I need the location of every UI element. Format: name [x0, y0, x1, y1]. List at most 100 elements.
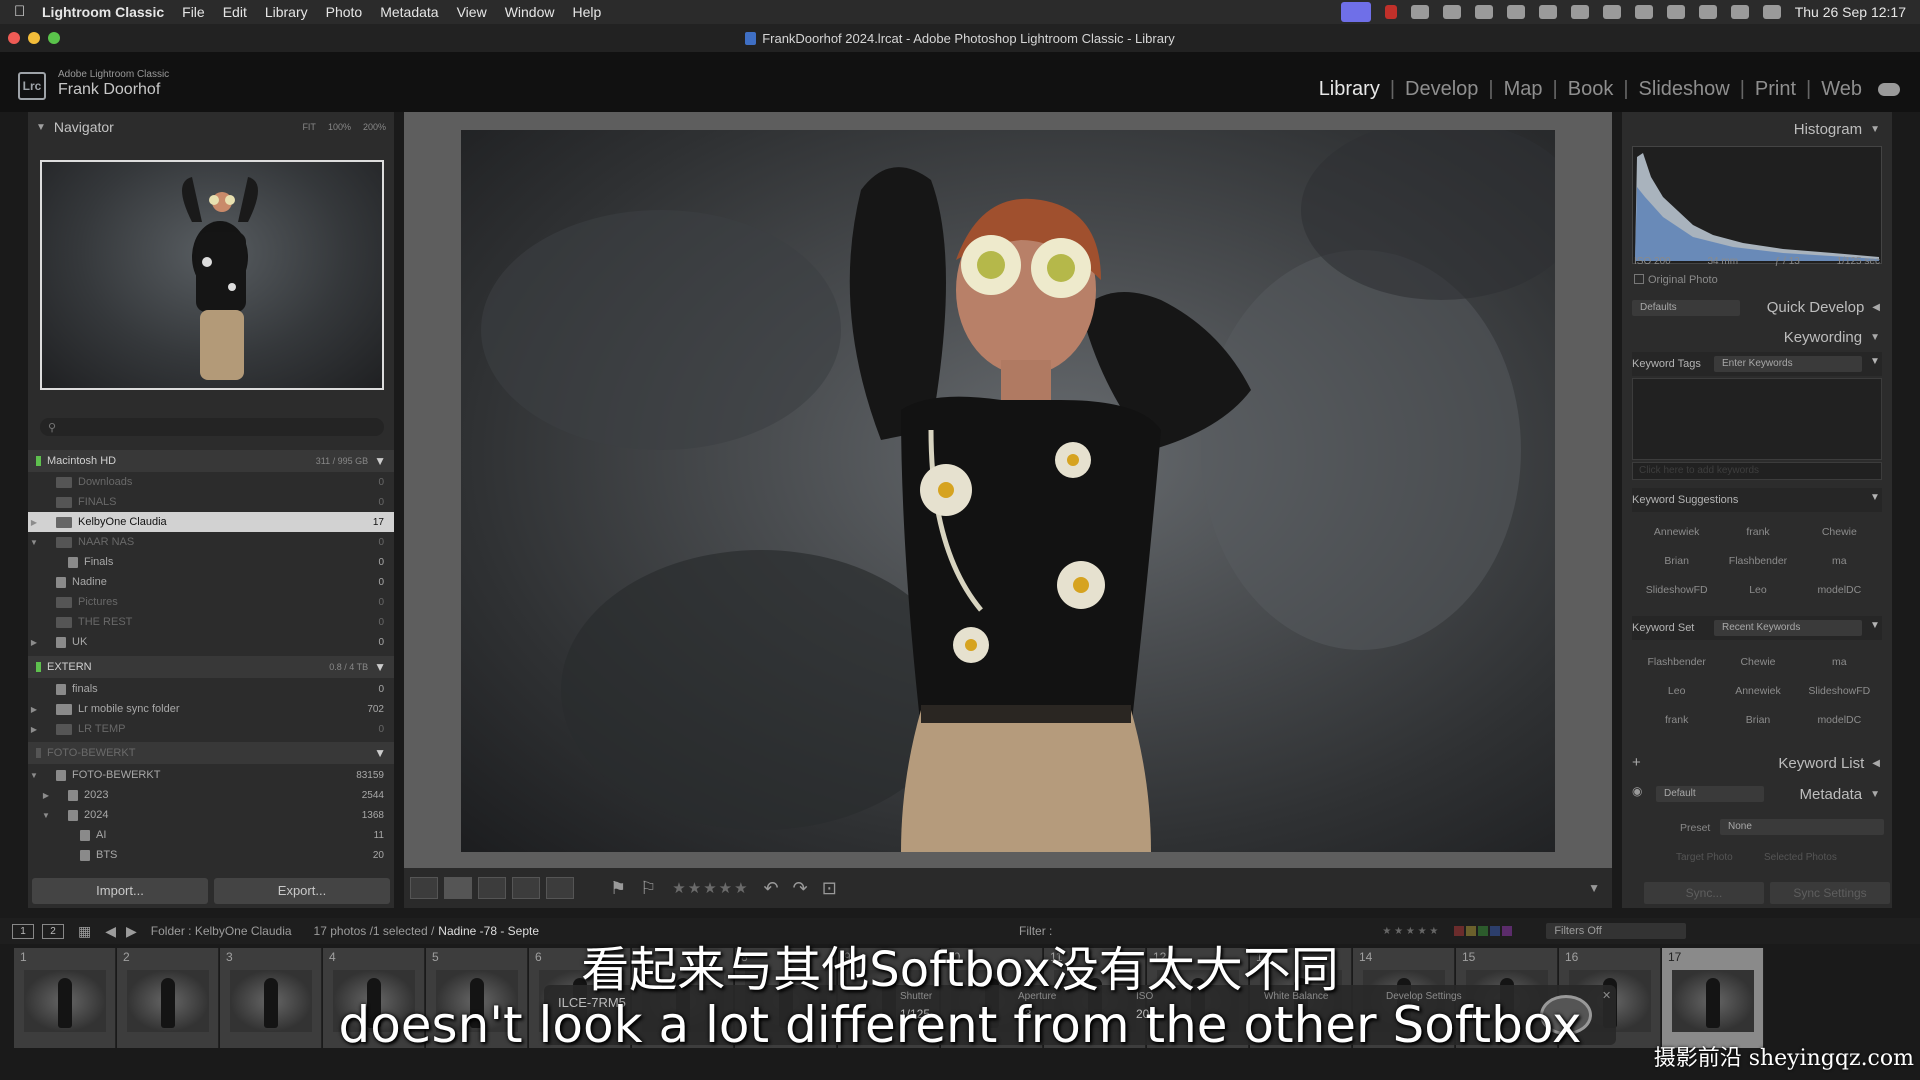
keyword-suggestion[interactable]: Annewiek	[1636, 518, 1717, 547]
reject-flag-icon[interactable]: ⚐	[640, 878, 656, 899]
sync-settings-button[interactable]: Sync Settings	[1770, 882, 1890, 904]
creative-cloud-icon[interactable]	[1474, 5, 1493, 19]
dropdown-arrow-icon[interactable]: ▼	[1870, 356, 1880, 367]
selected-photos-toggle[interactable]: Selected Photos	[1764, 852, 1837, 863]
app-menu[interactable]: Lightroom Classic	[42, 4, 164, 20]
status-icon[interactable]	[1666, 5, 1685, 19]
module-web[interactable]: Web	[1811, 78, 1872, 101]
collapse-triangle-icon[interactable]: ▼	[1870, 789, 1880, 800]
collapse-triangle-icon[interactable]: ▼	[36, 122, 46, 133]
add-keywords-input[interactable]: Click here to add keywords	[1632, 462, 1882, 480]
keyword-tags-textarea[interactable]	[1632, 378, 1882, 460]
module-library[interactable]: Library	[1309, 78, 1390, 101]
minimize-window-button[interactable]	[28, 32, 40, 44]
nav-200[interactable]: 200%	[363, 122, 386, 132]
rotate-right-icon[interactable]: ↷	[793, 878, 808, 899]
volume-foto-bewerkt[interactable]: FOTO-BEWERKT ▼	[28, 742, 394, 764]
keyword-suggestion[interactable]: Chewie	[1799, 518, 1880, 547]
menu-photo[interactable]: Photo	[326, 4, 363, 20]
module-book[interactable]: Book	[1558, 78, 1624, 101]
keyword-set-item[interactable]: Flashbender	[1636, 648, 1717, 677]
crop-overlay-icon[interactable]: ⊡	[822, 878, 837, 899]
module-slideshow[interactable]: Slideshow	[1629, 78, 1740, 101]
expand-triangle-icon[interactable]: ◀	[1872, 302, 1880, 313]
folder-row[interactable]: THE REST 0	[28, 612, 394, 632]
preset-select[interactable]: None	[1720, 819, 1884, 835]
moon-icon[interactable]	[1602, 5, 1621, 19]
module-develop[interactable]: Develop	[1395, 78, 1488, 101]
cloud-icon[interactable]	[1506, 5, 1525, 19]
target-photo-toggle[interactable]: Target Photo	[1676, 852, 1733, 863]
zoom-window-button[interactable]	[48, 32, 60, 44]
folder-row[interactable]: Nadine 0	[28, 572, 394, 592]
menu-library[interactable]: Library	[265, 4, 308, 20]
status-icon[interactable]	[1538, 5, 1557, 19]
expand-triangle-icon[interactable]: ▶	[40, 791, 52, 800]
keyword-set-item[interactable]: Chewie	[1717, 648, 1798, 677]
folder-row[interactable]: FINALS 0	[28, 492, 394, 512]
search-icon[interactable]	[1730, 5, 1749, 19]
record-icon[interactable]	[1384, 5, 1397, 19]
folder-row[interactable]: finals 0	[28, 679, 394, 699]
module-map[interactable]: Map	[1494, 78, 1553, 101]
collapse-triangle-icon[interactable]: ▼	[1870, 492, 1880, 503]
nav-fit[interactable]: FIT	[302, 122, 316, 132]
keyword-set-item[interactable]: Brian	[1717, 706, 1798, 735]
keyword-suggestion[interactable]: Leo	[1717, 576, 1798, 605]
survey-view-button[interactable]	[512, 877, 540, 899]
folder-row[interactable]: Pictures 0	[28, 592, 394, 612]
folder-row[interactable]: Finals 0	[28, 552, 394, 572]
import-button[interactable]: Import...	[32, 878, 208, 904]
sync-metadata-button[interactable]: Sync...	[1644, 882, 1764, 904]
folder-row[interactable]: BTS 20	[28, 845, 394, 865]
keywording-header[interactable]: Keywording ▼	[1622, 322, 1892, 352]
keyword-suggestion[interactable]: SlideshowFD	[1636, 576, 1717, 605]
collapse-triangle-icon[interactable]: ▼	[28, 771, 40, 780]
folder-row[interactable]: ▶ UK 0	[28, 632, 394, 652]
grid-view-button[interactable]	[410, 877, 438, 899]
checkbox-icon[interactable]	[1634, 274, 1644, 284]
battery-icon[interactable]	[1698, 5, 1717, 19]
quick-develop-header[interactable]: Quick Develop ◀	[1622, 292, 1892, 322]
folder-row[interactable]: Downloads 0	[28, 472, 394, 492]
toolbar-menu-icon[interactable]: ▼	[1588, 881, 1600, 895]
folder-row[interactable]: AI 11	[28, 825, 394, 845]
nav-100[interactable]: 100%	[328, 122, 351, 132]
keyword-set-item[interactable]: Leo	[1636, 677, 1717, 706]
collapse-triangle-icon[interactable]: ▼	[1870, 620, 1880, 631]
folder-row[interactable]: ▼ 2024 1368	[28, 805, 394, 825]
keyword-set-select[interactable]: Recent Keywords	[1714, 620, 1862, 636]
keyword-list-header[interactable]: Keyword List ◀	[1622, 748, 1892, 778]
folder-row[interactable]: ▼ NAAR NAS 0	[28, 532, 394, 552]
collapse-triangle-icon[interactable]: ▼	[1870, 124, 1880, 135]
histogram-graph[interactable]	[1632, 146, 1882, 264]
folder-search-input[interactable]: ⚲	[40, 418, 384, 436]
expand-triangle-icon[interactable]: ▶	[28, 705, 40, 714]
menu-metadata[interactable]: Metadata	[380, 4, 438, 20]
menu-window[interactable]: Window	[505, 4, 555, 20]
export-button[interactable]: Export...	[214, 878, 390, 904]
keyword-set-item[interactable]: ma	[1799, 648, 1880, 677]
compare-view-button[interactable]	[478, 877, 506, 899]
collapse-triangle-icon[interactable]: ▼	[1870, 332, 1880, 343]
keyword-suggestion[interactable]: frank	[1717, 518, 1798, 547]
menu-file[interactable]: File	[182, 4, 205, 20]
cloud-sync-icon[interactable]	[1878, 83, 1900, 96]
folder-row[interactable]: ▶ LR TEMP 0	[28, 719, 394, 739]
keyword-set-item[interactable]: frank	[1636, 706, 1717, 735]
keyword-tags-select[interactable]: Enter Keywords	[1714, 356, 1862, 372]
clock[interactable]: Thu 26 Sep 12:17	[1795, 4, 1906, 20]
close-window-button[interactable]	[8, 32, 20, 44]
expand-triangle-icon[interactable]: ◀	[1872, 758, 1880, 769]
keyword-set-item[interactable]: Annewiek	[1717, 677, 1798, 706]
star-rating[interactable]: ★ ★ ★ ★ ★	[672, 879, 749, 898]
apple-icon[interactable]: 	[14, 4, 30, 20]
folder-row[interactable]: ▶ Lr mobile sync folder 702	[28, 699, 394, 719]
menu-help[interactable]: Help	[572, 4, 601, 20]
histogram-header[interactable]: Histogram ▼	[1622, 114, 1892, 144]
collapse-triangle-icon[interactable]: ▼	[40, 811, 52, 820]
collapse-triangle-icon[interactable]: ▼	[28, 538, 40, 547]
keyword-set-item[interactable]: modelDC	[1799, 706, 1880, 735]
navigator-header[interactable]: ▼ Navigator FIT 100% 200%	[28, 112, 394, 142]
status-icon[interactable]	[1442, 5, 1461, 19]
